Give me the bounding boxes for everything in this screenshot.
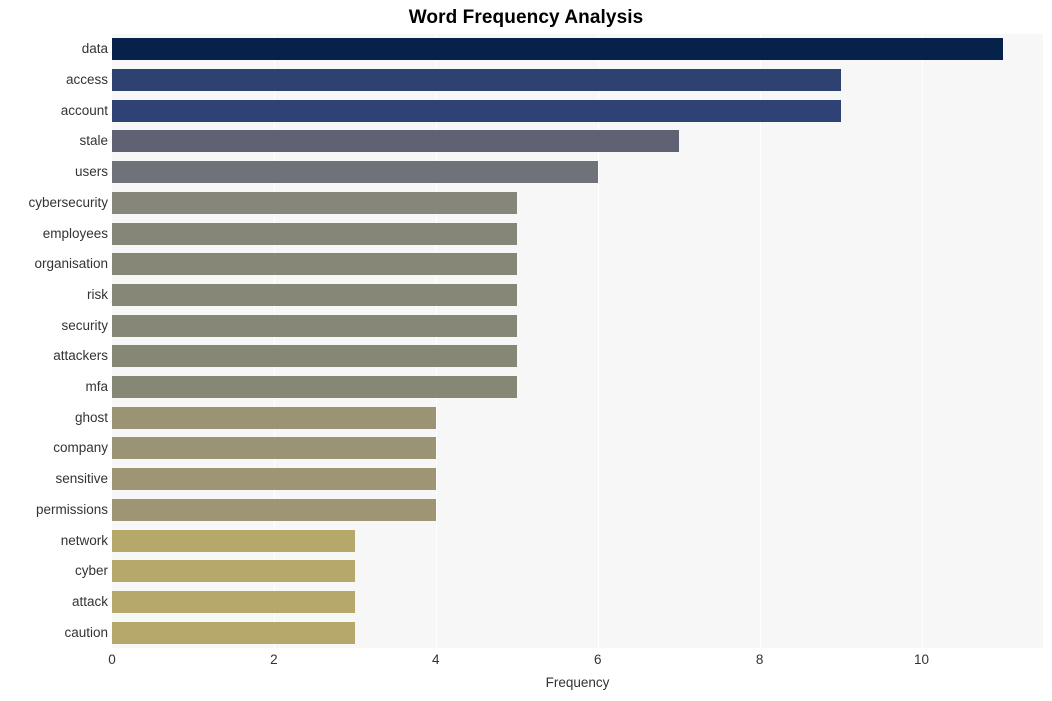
y-axis-label: sensitive <box>55 471 108 487</box>
bar <box>112 621 355 644</box>
bar <box>112 529 355 552</box>
bar <box>112 69 841 92</box>
chart-title: Word Frequency Analysis <box>408 7 644 28</box>
y-axis-label: company <box>53 440 108 456</box>
bar <box>112 590 355 613</box>
x-axis-tick-label: 10 <box>914 652 930 667</box>
bar <box>112 437 436 460</box>
x-axis-tick-label: 0 <box>108 652 116 667</box>
y-axis-label: data <box>81 41 108 57</box>
bar <box>112 498 436 521</box>
y-axis-label: caution <box>64 624 108 640</box>
x-axis-tick-label: 2 <box>270 652 278 667</box>
y-axis-label: attack <box>71 593 108 609</box>
bar <box>112 283 517 306</box>
y-axis-label: access <box>65 72 108 88</box>
bar <box>112 406 436 429</box>
bar <box>112 99 841 122</box>
bar <box>112 161 598 184</box>
bar <box>112 468 436 491</box>
y-axis-label: attackers <box>53 348 108 364</box>
y-axis-label: security <box>61 317 108 333</box>
x-axis-tick-labels: 0 2 4 6 8 10 <box>0 652 1052 674</box>
bar <box>112 191 517 214</box>
bar <box>112 222 517 245</box>
y-axis-label: stale <box>79 133 108 149</box>
y-axis-label: risk <box>87 286 108 302</box>
bar <box>112 38 1003 61</box>
bar <box>112 376 517 399</box>
y-axis-label: mfa <box>85 379 108 395</box>
y-axis-label: ghost <box>74 409 108 425</box>
y-axis-label: cyber <box>74 563 108 579</box>
y-axis-label: users <box>74 164 108 180</box>
x-axis-title: Frequency <box>545 675 610 690</box>
bar <box>112 130 679 153</box>
x-axis-tick-label: 6 <box>593 652 602 667</box>
bar <box>112 560 355 583</box>
y-axis-label: cybersecurity <box>28 194 108 210</box>
y-axis-label: employees <box>42 225 108 241</box>
bar <box>112 314 517 337</box>
y-axis-label: permissions <box>35 501 108 517</box>
bar <box>112 345 517 368</box>
y-axis-labels: data access account stale users cybersecurity… <box>0 34 108 648</box>
y-axis-label: organisation <box>34 256 108 272</box>
bar <box>112 253 517 276</box>
y-axis-label: network <box>60 532 108 548</box>
y-axis-label: account <box>60 102 108 118</box>
x-axis-tick-label: 4 <box>432 652 440 667</box>
x-axis-tick-label: 8 <box>755 652 764 667</box>
bars-layer <box>112 34 1043 648</box>
chart-figure: Word Frequency Analysis data access accoun… <box>0 0 1052 701</box>
